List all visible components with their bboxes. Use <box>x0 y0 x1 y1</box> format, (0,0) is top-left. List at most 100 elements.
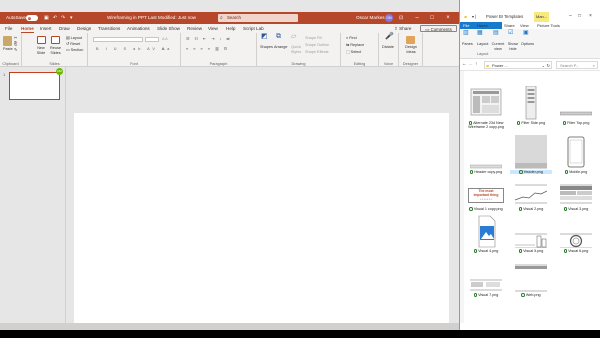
section-button[interactable]: ▭ Section <box>66 48 83 53</box>
tab-script-lab[interactable]: Script Lab <box>243 24 264 33</box>
select-button[interactable]: ⬚ Select <box>346 50 361 55</box>
cut-icon[interactable]: ✂ <box>14 35 17 41</box>
file-thumbnail <box>511 172 551 206</box>
shapes-icon[interactable]: ◩ <box>261 33 268 39</box>
replace-button[interactable]: ⇆ Replace <box>346 43 364 48</box>
sync-status-icon <box>518 249 523 253</box>
panes-button[interactable]: Panes <box>462 42 473 47</box>
customize-qat-icon[interactable]: ▾ <box>70 12 73 24</box>
shapes-button[interactable]: Shapes <box>260 45 273 50</box>
shape-outline-button[interactable]: Shape Outline <box>305 43 329 48</box>
refresh-icon[interactable]: ↻ <box>547 62 550 70</box>
explorer-search-input[interactable]: Search P... ⌕ <box>556 61 598 69</box>
layout-label: Layout <box>70 36 83 40</box>
new-slide-icon[interactable] <box>37 36 46 44</box>
tab-view[interactable]: View <box>208 24 218 33</box>
show-hide-icon[interactable]: ☑ <box>508 30 513 35</box>
minimize-icon[interactable]: – <box>410 12 424 24</box>
tab-help[interactable]: Help <box>226 24 235 33</box>
find-button[interactable]: ⌕ Find <box>346 36 357 41</box>
microphone-icon[interactable]: 🎤 <box>385 33 394 39</box>
section-label: Section <box>70 48 84 52</box>
format-painter-icon[interactable]: ✎ <box>14 47 17 53</box>
tab-transitions[interactable]: Transitions <box>98 24 120 33</box>
slides-label: Slides <box>49 62 60 66</box>
font-color-icon[interactable]: A <box>162 47 165 52</box>
tab-slide-show[interactable]: Slide Show <box>157 24 180 33</box>
paste-button[interactable]: Paste <box>3 47 13 52</box>
slide-canvas[interactable] <box>74 113 449 324</box>
quick-styles-button[interactable]: Quick Styles <box>290 45 302 54</box>
manage-tab[interactable]: Man... <box>534 12 550 22</box>
tab-file[interactable]: File <box>5 24 12 33</box>
user-name[interactable]: Oscar Markes <box>356 12 385 24</box>
dictate-button[interactable]: Dictate <box>382 45 394 50</box>
tab-insert[interactable]: Insert <box>40 24 52 33</box>
increase-font-icon[interactable]: A A <box>162 37 168 42</box>
design-ideas-icon[interactable] <box>406 36 415 44</box>
back-icon[interactable]: ← <box>462 61 467 67</box>
file-thumbnail <box>466 258 506 292</box>
explorer-maximize-icon[interactable]: □ <box>578 13 581 19</box>
panes-icon[interactable]: ▥ <box>463 30 469 35</box>
explorer-tab-view[interactable]: View <box>520 22 529 29</box>
up-icon[interactable]: ↑ <box>475 61 477 67</box>
reuse-slides-icon[interactable] <box>51 36 60 44</box>
address-bar[interactable]: ▰ Power ... ⌄ ↻ <box>484 61 552 69</box>
ribbon-display-icon[interactable]: ⊡ <box>399 12 403 24</box>
explorer-tab-home[interactable]: Home <box>477 22 488 29</box>
layout-button[interactable]: Layout <box>477 42 488 47</box>
forward-icon[interactable]: → <box>468 61 473 67</box>
font-size-field[interactable] <box>145 37 159 42</box>
slide-thumbnail[interactable] <box>9 72 60 100</box>
arrange-button[interactable]: Arrange <box>274 45 288 50</box>
tab-design[interactable]: Design <box>77 24 91 33</box>
save-icon[interactable]: ▣ <box>44 12 49 24</box>
tab-review[interactable]: Review <box>187 24 202 33</box>
list-icons[interactable]: ☰ ☷ ⇤ ⇥ ↕ ⇄ <box>186 37 232 42</box>
shape-effects-button[interactable]: Shape Effects <box>305 50 329 55</box>
paste-icon[interactable] <box>3 36 12 46</box>
reset-button[interactable]: ↺ Reset <box>66 42 80 47</box>
options-icon[interactable]: ▣ <box>523 30 529 35</box>
show-hide-button[interactable]: Show/ hide <box>506 42 520 51</box>
maximize-icon[interactable]: □ <box>425 12 439 24</box>
avatar[interactable]: OM <box>385 14 393 22</box>
shape-fill-button[interactable]: Shape Fill <box>305 36 322 41</box>
tab-animations[interactable]: Animations <box>127 24 150 33</box>
address-dropdown-icon[interactable]: ⌄ <box>542 62 545 70</box>
redo-icon[interactable]: ↷ <box>61 12 65 24</box>
quick-styles-icon[interactable]: ▱ <box>291 33 296 39</box>
explorer-qat-icons[interactable]: ▾ | <box>472 14 476 19</box>
tab-home[interactable]: Home <box>21 24 34 33</box>
find-label: Find <box>349 36 357 40</box>
tab-draw[interactable]: Draw <box>59 24 70 33</box>
layout-button[interactable]: ▤ Layout <box>66 36 82 41</box>
layout-icon[interactable]: ▦ <box>477 30 483 35</box>
explorer-close-icon[interactable]: × <box>589 13 592 19</box>
current-view-icon[interactable]: ▤ <box>493 30 499 35</box>
search-icon: ⌕ <box>220 15 223 21</box>
arrange-icon[interactable]: ⧉ <box>276 33 281 39</box>
explorer-minimize-icon[interactable]: – <box>569 13 572 19</box>
copy-icon[interactable]: ⎘ <box>14 41 17 47</box>
slide-number: 1 <box>3 72 6 77</box>
explorer-tab-share[interactable]: Share <box>504 22 515 29</box>
options-button[interactable]: Options <box>521 42 534 47</box>
clipboard-label: Clipboard <box>2 62 19 66</box>
explorer-tab-picture-tools[interactable]: Picture Tools <box>537 22 560 29</box>
comments-button[interactable]: ▭ Comments <box>420 25 457 32</box>
share-button[interactable]: ⇪ Share <box>394 25 411 32</box>
new-slide-button[interactable]: New Slide <box>34 46 48 55</box>
font-name-field[interactable] <box>93 37 143 42</box>
autosave-label: AutoSave <box>6 15 26 20</box>
close-icon[interactable]: × <box>441 12 455 24</box>
undo-icon[interactable]: ↶ <box>53 12 57 24</box>
current-view-button[interactable]: Current view <box>491 42 505 51</box>
last-modified[interactable]: Last Modified: Just now <box>148 12 196 24</box>
design-ideas-button[interactable]: Design Ideas <box>402 45 420 54</box>
align-icons[interactable]: ≡ ≡ ≡ ≡ ▥ ⊟ <box>186 47 229 52</box>
font-format-icons[interactable]: B I U S ab AV Aa <box>96 47 172 52</box>
reuse-slides-button[interactable]: Reuse Slides <box>48 46 63 55</box>
search-box[interactable]: ⌕ Search <box>218 14 298 22</box>
